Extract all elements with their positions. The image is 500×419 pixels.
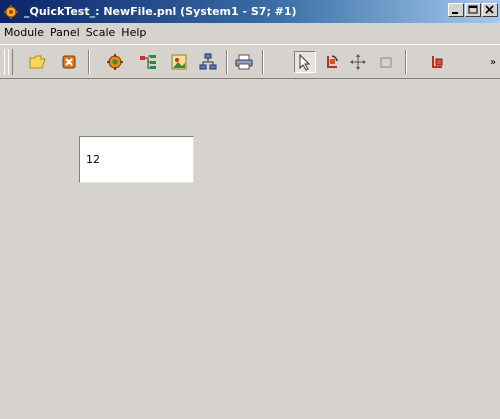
menu-bar: Module Panel Scale Help	[0, 23, 500, 42]
scale-icon	[432, 56, 443, 68]
app-gear-icon	[3, 4, 19, 20]
print-button[interactable]	[233, 51, 255, 73]
network-icon	[199, 53, 217, 70]
open-folder-icon	[29, 55, 46, 69]
image-button[interactable]	[168, 51, 190, 73]
toolbar-overflow-chevron[interactable]: »	[490, 57, 496, 68]
gear-settings-icon	[107, 54, 123, 70]
open-button[interactable]	[27, 51, 49, 73]
toolbar-grip-2[interactable]	[8, 49, 13, 75]
module-tree-button[interactable]	[137, 51, 159, 73]
toolbar-separator	[88, 50, 90, 74]
toolbar: »	[0, 44, 500, 79]
window-title: _QuickTest_: NewFile.pnl (System1 - S7; …	[24, 5, 297, 18]
module-tree-icon	[140, 55, 156, 69]
toolbar-separator	[405, 50, 407, 74]
menu-panel[interactable]: Panel	[49, 26, 85, 39]
move-icon	[350, 54, 366, 70]
rectangle-tool-button[interactable]	[375, 51, 397, 73]
panel-text-field[interactable]: 12	[79, 136, 194, 183]
close-panel-button[interactable]	[58, 51, 80, 73]
select-tool-button[interactable]	[294, 51, 316, 73]
network-button[interactable]	[197, 51, 219, 73]
restore-button[interactable]	[465, 3, 481, 17]
panel-canvas[interactable]	[0, 80, 500, 419]
rotate-icon	[327, 55, 338, 68]
window-controls	[448, 3, 498, 17]
menu-module[interactable]: Module	[3, 26, 49, 39]
settings-button[interactable]	[104, 51, 126, 73]
rectangle-icon	[380, 57, 392, 68]
menu-help[interactable]: Help	[120, 26, 151, 39]
select-arrow-icon	[299, 53, 311, 71]
move-tool-button[interactable]	[347, 51, 369, 73]
rotate-tool-button[interactable]	[321, 51, 343, 73]
minimize-button[interactable]	[448, 3, 464, 17]
print-icon	[235, 54, 253, 70]
toolbar-separator	[226, 50, 228, 74]
menu-scale[interactable]: Scale	[85, 26, 121, 39]
title-bar[interactable]: _QuickTest_: NewFile.pnl (System1 - S7; …	[0, 0, 500, 23]
image-icon	[171, 54, 187, 70]
toolbar-separator	[262, 50, 264, 74]
close-panel-icon	[62, 55, 76, 69]
scale-tool-button[interactable]	[426, 51, 448, 73]
close-button[interactable]	[482, 3, 498, 17]
